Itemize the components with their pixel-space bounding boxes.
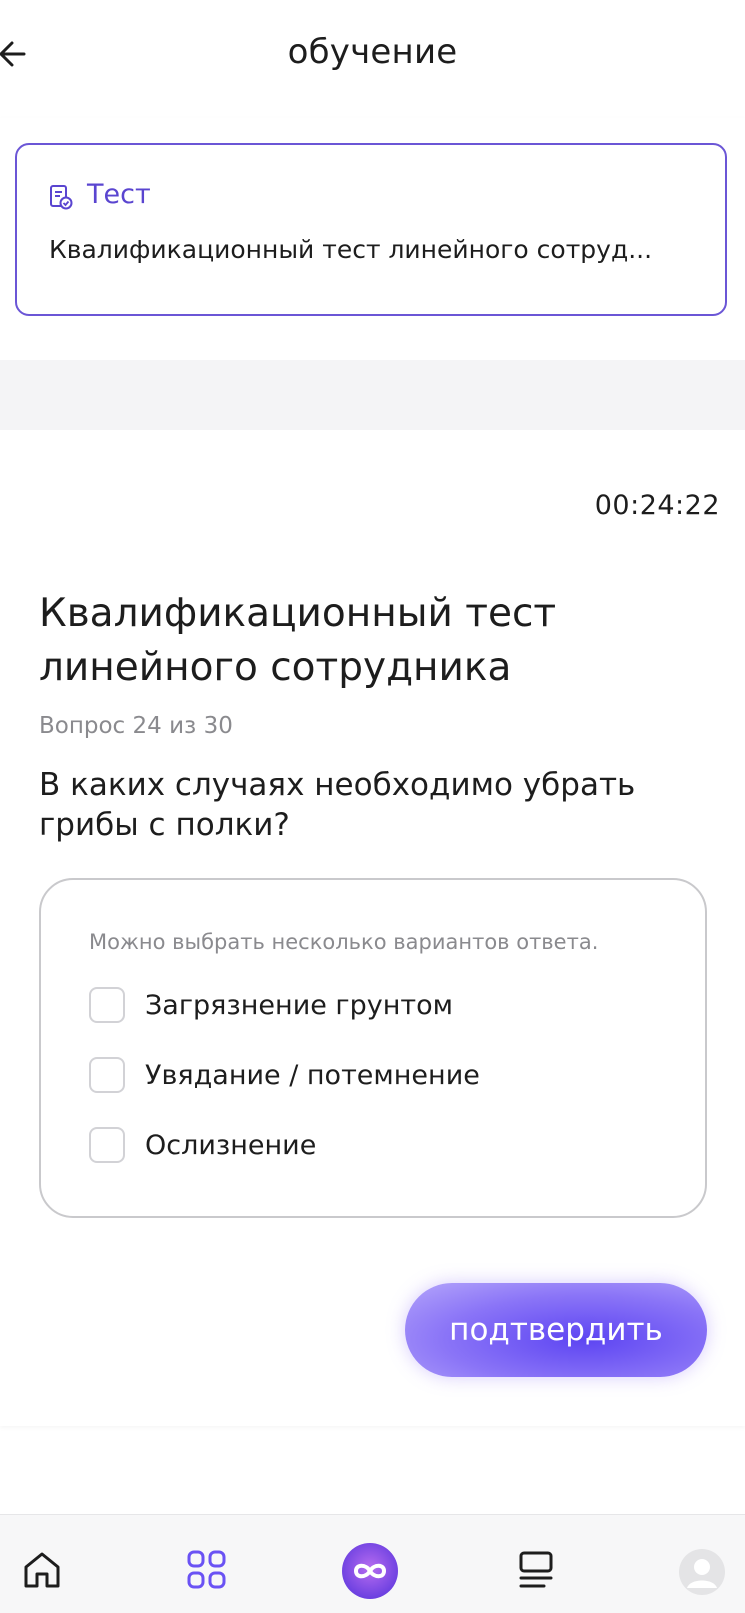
nav-tasks[interactable] — [511, 1545, 561, 1595]
answer-option[interactable]: Увядание / потемнение — [89, 1054, 649, 1096]
checkbox[interactable] — [89, 1127, 125, 1163]
answer-option-label: Увядание / потемнение — [145, 1059, 480, 1091]
quiz-title: Квалификационный тест линейного сотрудни… — [39, 591, 557, 690]
avatar — [679, 1549, 725, 1595]
question-counter: Вопрос 24 из 30 — [39, 713, 233, 739]
nav-catalog[interactable] — [182, 1545, 232, 1595]
answer-hint: Можно выбрать несколько вариантов ответа… — [89, 930, 599, 954]
test-document-icon — [49, 184, 73, 210]
answers-box — [39, 878, 707, 1218]
answer-option[interactable]: Ослизнение — [89, 1124, 649, 1166]
nav-home[interactable] — [17, 1545, 67, 1595]
test-card[interactable] — [15, 143, 727, 316]
infinity-icon — [342, 1543, 398, 1599]
home-icon — [24, 1552, 60, 1588]
test-name: Квалификационный тест линейного сотруд..… — [49, 235, 653, 264]
answer-option-label: Ослизнение — [145, 1129, 317, 1161]
timer: 00:24:22 — [594, 490, 720, 521]
answer-option[interactable]: Загрязнение грунтом — [89, 984, 649, 1026]
list-icon — [519, 1551, 553, 1588]
confirm-button[interactable]: подтвердить — [405, 1283, 707, 1377]
checkbox[interactable] — [89, 987, 125, 1023]
test-type-label: Тест — [87, 179, 151, 210]
section-divider — [0, 360, 745, 430]
question-text: В каких случаях необходимо убрать грибы … — [39, 767, 636, 843]
page-title: обучение — [287, 32, 458, 72]
nav-main[interactable] — [341, 1542, 399, 1600]
checkbox[interactable] — [89, 1057, 125, 1093]
nav-profile[interactable] — [678, 1548, 726, 1596]
answer-option-label: Загрязнение грунтом — [145, 989, 454, 1021]
grid-icon — [187, 1550, 226, 1589]
